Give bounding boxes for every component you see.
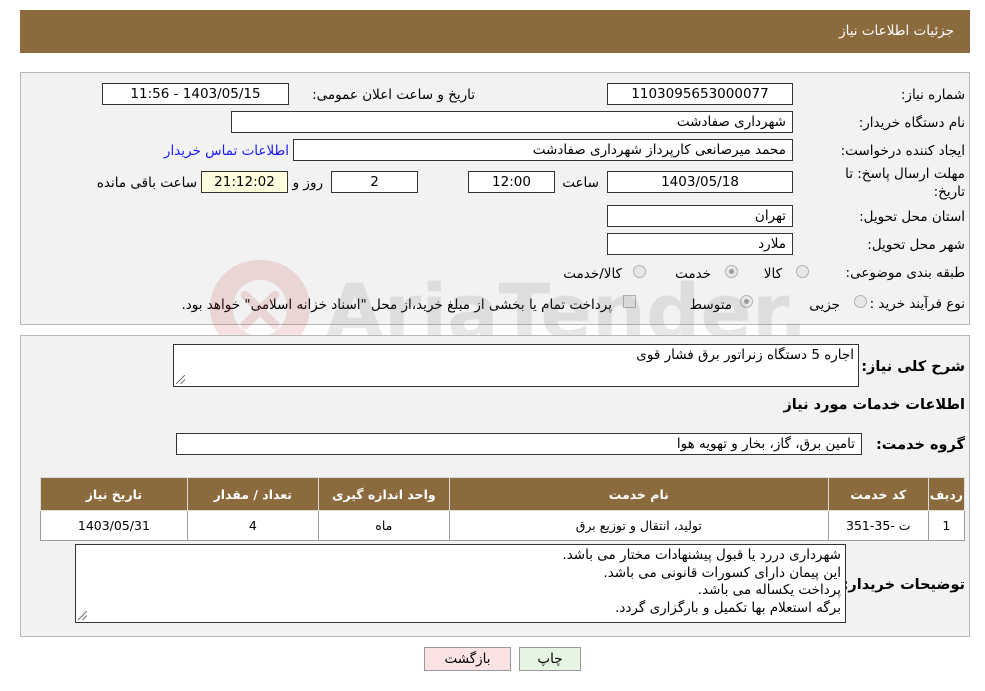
cell-row-number: 1: [927, 510, 966, 541]
days-label: روز و: [292, 175, 323, 191]
category-label: طبقه بندی موضوعی:: [845, 265, 965, 281]
creator-label: ایجاد کننده درخواست:: [840, 143, 965, 159]
cell-service-code: ت -35-351: [827, 510, 929, 541]
purchase-type-label: نوع فرآیند خرید :: [869, 296, 965, 312]
summary-label: شرح کلی نیاز:: [861, 359, 965, 375]
remaining-label: ساعت باقی مانده: [96, 175, 197, 191]
cell-service-name: تولید، انتقال و توزیع برق: [448, 510, 829, 541]
service-group-label: گروه خدمت:: [875, 437, 965, 453]
province-field: تهران: [607, 205, 793, 227]
buyer-org-field: شهرداری صفادشت: [231, 111, 793, 133]
buyer-note-line: شهرداری دررد یا قبول پیشنهادات مختار می …: [562, 547, 841, 563]
col-quantity: تعداد / مقدار: [186, 477, 319, 511]
remaining-days-field: 2: [331, 171, 418, 193]
cell-quantity: 4: [186, 510, 319, 541]
cell-need-date: 1403/05/31: [40, 510, 188, 541]
resize-grip-icon[interactable]: [176, 375, 185, 384]
deadline-date-field: 1403/05/18: [607, 171, 793, 193]
need-number-field: 1103095653000077: [607, 83, 793, 105]
announce-date-label: تاریخ و ساعت اعلان عمومی:: [312, 87, 475, 103]
services-table: ردیف کد خدمت نام خدمت واحد اندازه گیری ت…: [40, 477, 966, 541]
buyer-org-label: نام دستگاه خریدار:: [858, 115, 965, 131]
summary-textarea: اجاره 5 دستگاه زنراتور برق فشار قوی: [173, 344, 859, 387]
purchase-minor-label: جزیی: [809, 297, 840, 313]
remaining-time-field: 21:12:02: [201, 171, 288, 193]
table-row: 1 ت -35-351 تولید، انتقال و توزیع برق ما…: [40, 510, 966, 541]
buyer-contact-link[interactable]: اطلاعات تماس خریدار: [164, 143, 289, 159]
buyer-note-line: برگه استعلام بها تکمیل و بارگزاری گردد.: [615, 599, 841, 616]
buyer-note-line: پرداخت یکساله می باشد.: [697, 582, 841, 598]
deadline-label: مهلت ارسال پاسخ: تا تاریخ:: [845, 166, 965, 200]
creator-field: محمد میرصانعی کارپرداز شهرداری صفادشت: [293, 139, 793, 161]
summary-text: اجاره 5 دستگاه زنراتور برق فشار قوی: [636, 347, 854, 363]
col-unit: واحد اندازه گیری: [317, 477, 450, 511]
need-number-label: شماره نیاز:: [900, 87, 965, 103]
deadline-time-field: 12:00: [468, 171, 555, 193]
purchase-minor-radio[interactable]: [854, 295, 867, 308]
announce-date-field: 1403/05/15 - 11:56: [102, 83, 289, 105]
city-label: شهر محل تحویل:: [867, 237, 965, 253]
col-need-date: تاریخ نیاز: [40, 477, 188, 511]
buyer-note-line: این پیمان دارای کسورات قانونی می باشد.: [603, 564, 841, 581]
col-service-code: کد خدمت: [827, 477, 929, 511]
print-button[interactable]: چاپ: [519, 647, 581, 671]
cell-unit: ماه: [317, 510, 450, 541]
col-row-number: ردیف: [927, 477, 966, 511]
deadline-time-label: ساعت: [562, 175, 599, 191]
buyer-notes-label: توضیحات خریدار:: [842, 577, 965, 593]
services-heading: اطلاعات خدمات مورد نیاز: [783, 397, 965, 413]
page-title: جزئیات اطلاعات نیاز: [839, 23, 954, 39]
resize-grip-icon[interactable]: [78, 611, 87, 620]
page-header: جزئیات اطلاعات نیاز: [20, 10, 970, 53]
service-group-field: تامین برق، گاز، بخار و تهویه هوا: [176, 433, 862, 455]
province-label: استان محل تحویل:: [859, 209, 965, 225]
table-header-row: ردیف کد خدمت نام خدمت واحد اندازه گیری ت…: [40, 477, 966, 511]
col-service-name: نام خدمت: [448, 477, 829, 511]
back-button[interactable]: بازگشت: [424, 647, 511, 671]
buyer-notes-textarea: شهرداری دررد یا قبول پیشنهادات مختار می …: [75, 544, 846, 623]
